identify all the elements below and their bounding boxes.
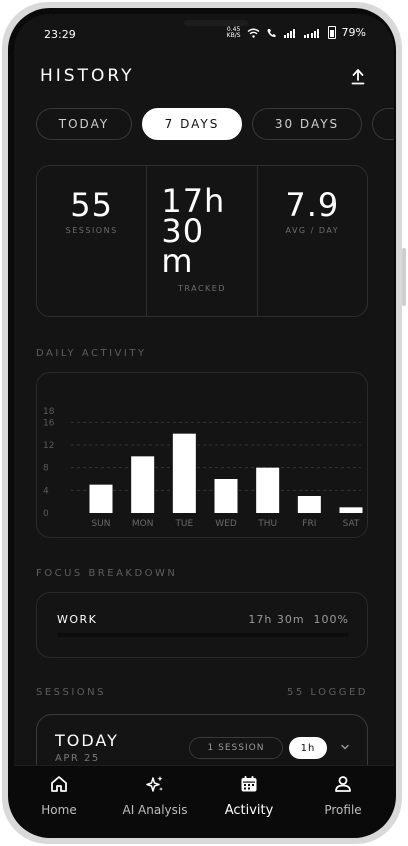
nav-label-activity: Activity [224, 803, 274, 818]
signal-icon [283, 28, 295, 38]
bar-sun [89, 484, 113, 513]
stat-sessions: 55 SESSIONS [37, 166, 146, 316]
daily-activity-label: DAILY ACTIVITY [36, 348, 147, 359]
focus-item-values: 17h 30m 100% [248, 613, 349, 626]
bar-wed [214, 479, 238, 513]
range-tabs: TODAY 7 DAYS 30 DAYS [36, 108, 394, 140]
calendar-icon [241, 776, 257, 792]
x-tick-label: FRI [302, 519, 316, 529]
sessions-value: 55 [70, 186, 114, 224]
x-tick-label: WED [215, 519, 237, 529]
power-button [402, 248, 406, 306]
bottom-nav: Home AI Analysis Activity Profile [14, 765, 394, 832]
status-bar: 23:29 0.45 KB/S 79% [14, 14, 394, 50]
data-rate: 0.45 KB/S [226, 26, 241, 39]
bar-chart: 0 4 8 12 1618 SUN MON TUE WED THU FRI SAT [43, 407, 363, 529]
x-tick-label: THU [257, 519, 277, 529]
user-icon [335, 776, 351, 792]
y-tick-label: 12 [43, 441, 54, 451]
tracked-value: 17h 30 m [161, 182, 226, 280]
wifi-icon [247, 28, 259, 38]
page-title: HISTORY [40, 66, 135, 86]
signal-icon-2 [303, 28, 319, 38]
sessions-label: SESSIONS [65, 226, 118, 235]
avg-label: AVG / DAY [285, 226, 340, 235]
status-icons: 0.45 KB/S 79% [227, 26, 366, 39]
x-tick-label: MON [132, 519, 154, 529]
bar-fri [297, 496, 321, 513]
stat-avg: 7.9 AVG / DAY [256, 166, 367, 316]
focus-progress-track [57, 633, 349, 637]
chevron-down-icon[interactable] [339, 741, 351, 753]
data-rate-unit: KB/S [226, 31, 241, 39]
x-tick-label: SUN [91, 519, 110, 529]
stats-card: 55 SESSIONS 17h 30 m TRACKED 7.9 AVG / D… [36, 165, 368, 317]
y-tick-label: 8 [43, 464, 49, 474]
bar-sat [339, 507, 363, 513]
daily-activity-chart: 0 4 8 12 16 18 SUN MON TUE WED THU FRI SAT [36, 372, 368, 538]
focus-item-percent: 100% [313, 613, 349, 626]
y-tick-label: 18 [43, 407, 55, 417]
sessions-label: SESSIONS [36, 687, 107, 698]
tab-more[interactable] [372, 108, 394, 140]
battery-icon [327, 26, 336, 39]
stat-tracked: 17h 30 m TRACKED [146, 166, 256, 316]
nav-label-ai-analysis: AI Analysis [122, 803, 188, 817]
app-screen: 23:29 0.45 KB/S 79% HISTORY TODAY 7 DAYS… [14, 14, 394, 832]
tracked-label: TRACKED [177, 284, 226, 293]
nav-item-profile[interactable]: Profile [298, 774, 388, 817]
status-time: 23:29 [44, 28, 76, 41]
session-duration-badge: 1h [289, 737, 327, 759]
tab-30-days[interactable]: 30 DAYS [252, 108, 362, 140]
bar-thu [256, 467, 280, 513]
bar-tue [172, 433, 196, 513]
focus-item-name: WORK [57, 613, 98, 626]
sparkles-icon [146, 776, 163, 792]
home-icon [51, 776, 67, 792]
focus-progress-fill [57, 633, 349, 637]
call-icon [267, 28, 276, 37]
x-tick-label: TUE [174, 519, 193, 529]
nav-item-activity[interactable]: Activity [204, 774, 294, 818]
x-tick-label: SAT [343, 519, 360, 529]
focus-item-duration: 17h 30m [248, 613, 305, 626]
focus-breakdown-label: FOCUS BREAKDOWN [36, 568, 178, 579]
nav-item-ai-analysis[interactable]: AI Analysis [110, 774, 200, 817]
tab-today[interactable]: TODAY [36, 108, 132, 140]
focus-card: WORK 17h 30m 100% [36, 592, 368, 658]
battery-level: 79% [341, 26, 366, 39]
nav-item-home[interactable]: Home [14, 774, 104, 817]
session-group-title: TODAY [55, 731, 119, 750]
y-tick-label: 4 [43, 486, 49, 496]
nav-label-home: Home [41, 803, 77, 817]
tab-7-days[interactable]: 7 DAYS [142, 108, 242, 140]
y-tick-label: 16 [43, 418, 55, 428]
y-tick-label: 0 [43, 509, 49, 519]
avg-value: 7.9 [285, 186, 340, 224]
upload-icon[interactable] [350, 68, 366, 86]
bar-mon [131, 456, 155, 513]
nav-label-profile: Profile [324, 803, 362, 817]
sessions-count: 55 LOGGED [286, 687, 368, 698]
session-group-date: APR 25 [55, 753, 100, 764]
session-count-badge: 1 SESSION [189, 737, 283, 759]
